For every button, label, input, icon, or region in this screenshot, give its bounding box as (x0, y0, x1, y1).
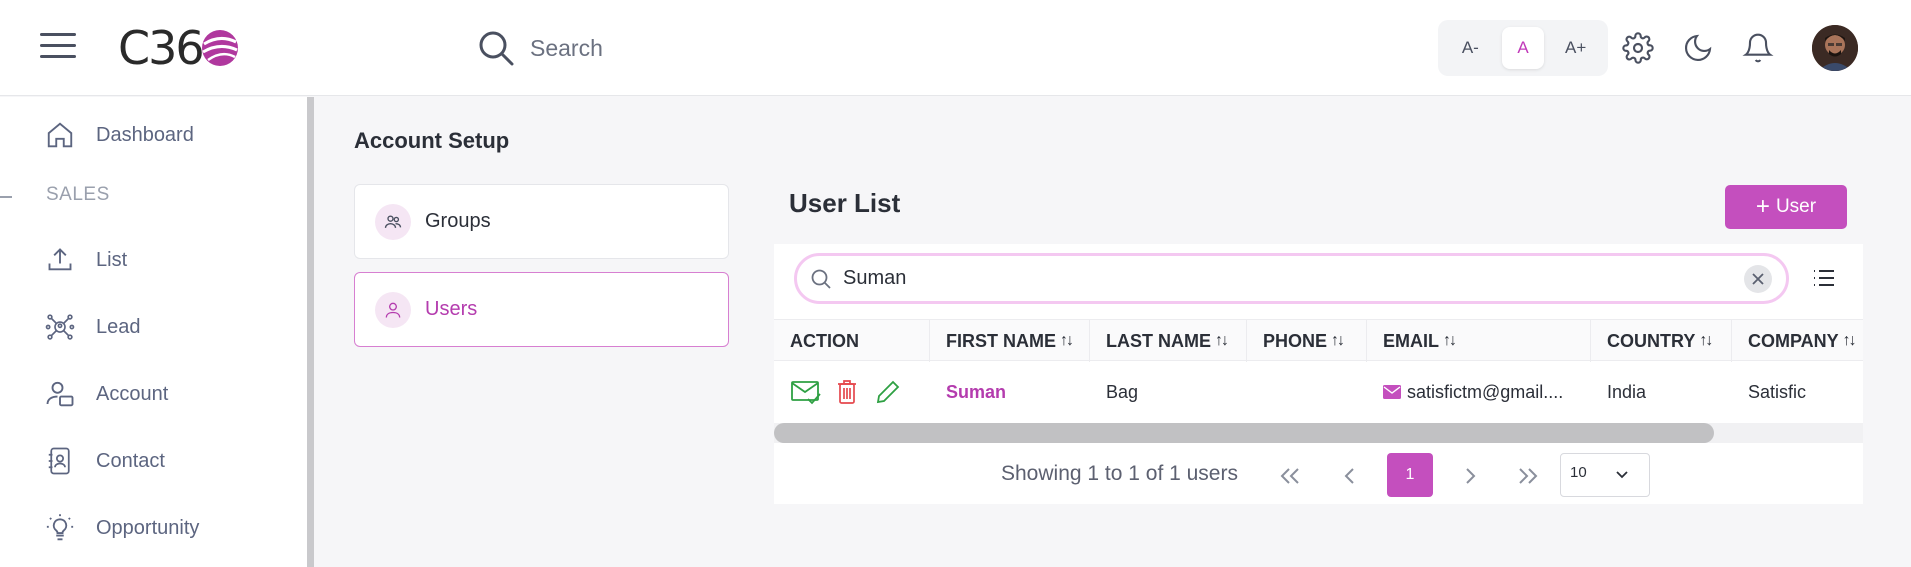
top-header: C36 A- A A+ (0, 0, 1911, 96)
user-icon (375, 291, 411, 328)
pagination-summary: Showing 1 to 1 of 1 users (1001, 462, 1238, 485)
bell-icon[interactable] (1738, 28, 1778, 68)
sidebar-section-sales: SALES (46, 184, 110, 205)
header-search-input[interactable] (530, 34, 850, 62)
setup-item-label: Groups (425, 210, 491, 232)
user-filter (794, 253, 1789, 304)
sort-icon: ↑↓ (1699, 332, 1713, 349)
setup-item-groups[interactable]: Groups (354, 184, 729, 259)
table-row: Suman Bag satisfictm@gmail.... India Sat… (774, 361, 1863, 423)
page-size-select[interactable]: 10 (1560, 453, 1650, 497)
row-actions (774, 361, 930, 423)
font-decrease-button[interactable]: A- (1449, 27, 1491, 69)
logo-text: C36 (118, 21, 205, 75)
sidebar-item-account[interactable]: Account (44, 378, 168, 410)
lightbulb-icon (44, 512, 76, 544)
search-icon (479, 31, 514, 66)
sidebar-item-label: Account (96, 382, 169, 405)
sort-icon: ↑↓ (1443, 332, 1457, 349)
avatar[interactable] (1812, 25, 1858, 71)
cell-first-name[interactable]: Suman (930, 361, 1090, 423)
column-email[interactable]: EMAIL ↑↓ (1367, 320, 1591, 362)
envelope-icon (1383, 385, 1401, 399)
cell-phone (1247, 361, 1367, 423)
sidebar-item-opportunity[interactable]: Opportunity (44, 512, 199, 544)
sidebar-item-label: Lead (96, 315, 141, 338)
sort-icon: ↑↓ (1331, 332, 1345, 349)
column-action: ACTION (774, 320, 930, 362)
cell-company: Satisfic (1748, 381, 1807, 402)
sidebar-item-contact[interactable]: Contact (44, 445, 165, 477)
cell-last-name: Bag (1106, 381, 1139, 402)
clear-filter-button[interactable] (1744, 265, 1772, 293)
logo-ball-icon (201, 30, 238, 66)
sidebar: Dashboard SALES List Lead Account Contac… (0, 97, 314, 567)
column-first-name[interactable]: FIRST NAME ↑↓ (930, 320, 1090, 362)
gear-icon[interactable] (1618, 28, 1658, 68)
menu-icon[interactable] (40, 33, 76, 61)
column-country[interactable]: COUNTRY ↑↓ (1591, 320, 1732, 362)
user-list-title: User List (789, 188, 901, 218)
column-last-name[interactable]: LAST NAME ↑↓ (1090, 320, 1247, 362)
add-user-button[interactable]: + User (1725, 185, 1847, 229)
upload-icon (44, 244, 76, 276)
sidebar-item-list[interactable]: List (44, 244, 127, 276)
font-size-control: A- A A+ (1438, 20, 1608, 76)
close-icon (1752, 273, 1764, 285)
sidebar-item-label: Dashboard (96, 123, 194, 146)
edit-icon[interactable] (872, 376, 904, 408)
page-size-value: 10 (1570, 464, 1587, 481)
scrollbar-thumb[interactable] (774, 423, 1714, 443)
section-divider (0, 196, 12, 198)
cell-email: satisfictm@gmail.... (1367, 361, 1591, 423)
page-number-button[interactable]: 1 (1387, 453, 1433, 497)
sidebar-item-label: Opportunity (96, 516, 200, 539)
network-icon (44, 311, 76, 343)
table-header: ACTION FIRST NAME ↑↓ LAST NAME ↑↓ PHONE ↑↓ … (774, 319, 1863, 362)
user-card-icon (44, 378, 76, 410)
home-icon (44, 119, 76, 151)
last-page-icon[interactable] (1508, 458, 1548, 494)
chevron-down-icon (1616, 471, 1628, 479)
cell-country: India (1607, 381, 1647, 402)
page-title: Account Setup (354, 128, 510, 153)
sort-icon: ↑↓ (1842, 332, 1857, 349)
sidebar-item-label: Contact (96, 449, 165, 472)
font-default-button[interactable]: A (1501, 27, 1544, 69)
first-page-icon[interactable] (1270, 458, 1310, 494)
list-view-icon[interactable] (1812, 268, 1836, 288)
moon-icon[interactable] (1678, 28, 1718, 68)
email-check-icon[interactable] (790, 376, 822, 408)
group-icon (375, 203, 411, 240)
next-page-icon[interactable] (1450, 458, 1490, 494)
setup-item-label: Users (425, 298, 478, 320)
header-search (476, 26, 850, 70)
sort-icon: ↑↓ (1060, 332, 1074, 349)
column-phone[interactable]: PHONE ↑↓ (1247, 320, 1367, 362)
sidebar-item-label: List (96, 248, 128, 271)
add-user-label: User (1775, 196, 1817, 217)
logo[interactable]: C36 (118, 20, 240, 76)
sidebar-item-dashboard[interactable]: Dashboard (44, 119, 194, 151)
prev-page-icon[interactable] (1330, 458, 1370, 494)
horizontal-scrollbar[interactable] (774, 423, 1863, 443)
setup-item-users[interactable]: Users (354, 272, 729, 347)
plus-icon: + (1755, 193, 1770, 220)
user-filter-input[interactable] (843, 267, 1723, 290)
email-text: satisfictm@gmail.... (1407, 381, 1564, 402)
contact-book-icon (44, 445, 76, 477)
font-increase-button[interactable]: A+ (1555, 27, 1597, 69)
sidebar-item-lead[interactable]: Lead (44, 311, 141, 343)
search-icon (811, 269, 831, 289)
column-company[interactable]: COMPANY ↑↓ (1732, 320, 1863, 362)
sort-icon: ↑↓ (1215, 332, 1229, 349)
trash-icon[interactable] (831, 376, 863, 408)
